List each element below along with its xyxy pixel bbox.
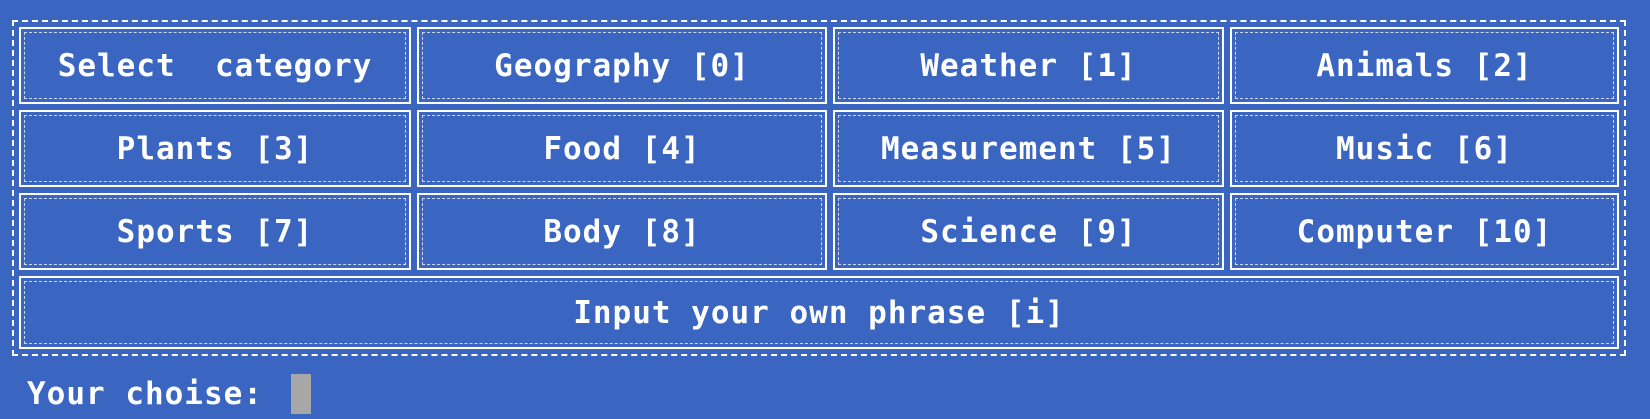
option-body[interactable]: Body [8] [417,193,827,270]
text-cursor[interactable] [290,374,311,414]
category-menu: Select category Geography [0] Weather [1… [12,20,1626,356]
option-plants[interactable]: Plants [3] [19,110,411,187]
option-measurement[interactable]: Measurement [5] [833,110,1224,187]
option-geography[interactable]: Geography [0] [417,27,827,104]
menu-header: Select category [19,27,411,104]
prompt-label: Your choise: [27,376,283,412]
option-sports[interactable]: Sports [7] [19,193,411,270]
option-computer[interactable]: Computer [10] [1230,193,1619,270]
option-custom-phrase[interactable]: Input your own phrase [i] [19,276,1619,349]
choice-prompt: Your choise: [27,374,311,414]
terminal-window: Select category Geography [0] Weather [1… [0,0,1650,419]
option-food[interactable]: Food [4] [417,110,827,187]
category-grid: Select category Geography [0] Weather [1… [19,27,1619,349]
option-science[interactable]: Science [9] [833,193,1224,270]
option-music[interactable]: Music [6] [1230,110,1619,187]
option-animals[interactable]: Animals [2] [1230,27,1619,104]
option-weather[interactable]: Weather [1] [833,27,1224,104]
